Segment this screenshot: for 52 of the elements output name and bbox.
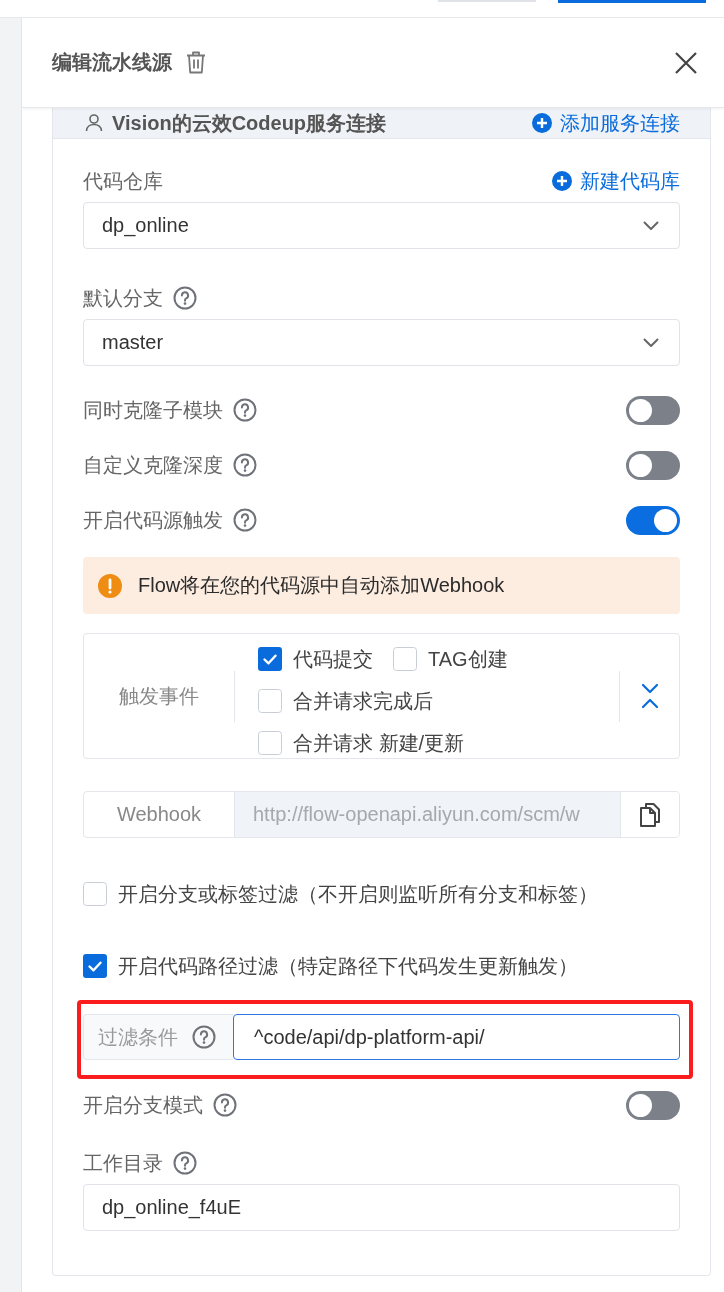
field-label: 自定义克隆深度 [83,453,223,478]
connection-name: Vision的云效Codeup服务连接 [112,110,387,136]
text-input[interactable]: dp_online_f4uE [83,1184,680,1231]
add-connection-link[interactable]: 添加服务连接 [532,109,680,137]
field-label: 开启分支模式 [83,1093,203,1118]
help-icon[interactable] [173,286,197,310]
checkbox[interactable] [258,731,282,755]
new-repository-link[interactable]: 新建代码库 [552,167,680,195]
exclamation-icon [98,573,122,598]
toggle-switch[interactable] [626,505,680,535]
close-icon[interactable] [675,51,697,74]
checkbox[interactable] [83,882,107,906]
chevron-down-icon [643,220,659,231]
plus-circle-icon [532,113,552,133]
toggle-switch[interactable] [626,450,680,480]
help-icon[interactable] [233,453,257,477]
field-label: 工作目录 [83,1151,163,1176]
drawer-title: 编辑流水线源 [52,50,172,75]
checkbox-label: 开启分支或标签过滤（不开启则监听所有分支和标签） [118,881,598,907]
alert-text: Flow将在您的代码源中自动添加Webhook [138,573,505,598]
trash-icon[interactable] [186,51,206,74]
chevron-down-icon [643,337,659,348]
help-icon[interactable] [233,508,257,532]
help-icon[interactable] [213,1093,237,1117]
help-icon[interactable] [233,398,257,422]
checkbox-label: 开启代码路径过滤（特定路径下代码发生更新触发） [118,953,578,979]
select-field[interactable]: dp_online [83,202,680,249]
checkbox[interactable] [393,647,417,671]
checkbox[interactable] [83,954,107,978]
checkbox-label: 合并请求 新建/更新 [293,730,465,756]
field-label: 开启代码源触发 [83,508,223,533]
help-icon[interactable] [173,1151,197,1175]
checkbox-label: 代码提交 [293,646,373,672]
double-chevron-icon[interactable] [640,683,659,709]
toggle-switch[interactable] [626,1090,680,1120]
checkbox[interactable] [258,689,282,713]
user-icon [85,114,103,132]
copy-button[interactable] [620,792,679,837]
filter-label: 过滤条件 [98,1024,178,1050]
checkbox[interactable] [258,647,282,671]
checkbox-label: 合并请求完成后 [293,688,433,714]
field-label: 默认分支 [83,286,163,311]
select-field[interactable]: master [83,319,680,366]
plus-circle-icon [552,171,572,191]
field-label: 代码仓库 [83,169,163,194]
copy-icon [640,802,660,827]
events-label: 触发事件 [118,683,200,709]
checkbox-label: TAG创建 [428,646,508,672]
field-label: 同时克隆子模块 [83,398,223,423]
help-icon[interactable] [192,1025,216,1049]
filter-input[interactable]: ^code/api/dp-platform-api/ [233,1014,680,1060]
toggle-switch[interactable] [626,395,680,425]
